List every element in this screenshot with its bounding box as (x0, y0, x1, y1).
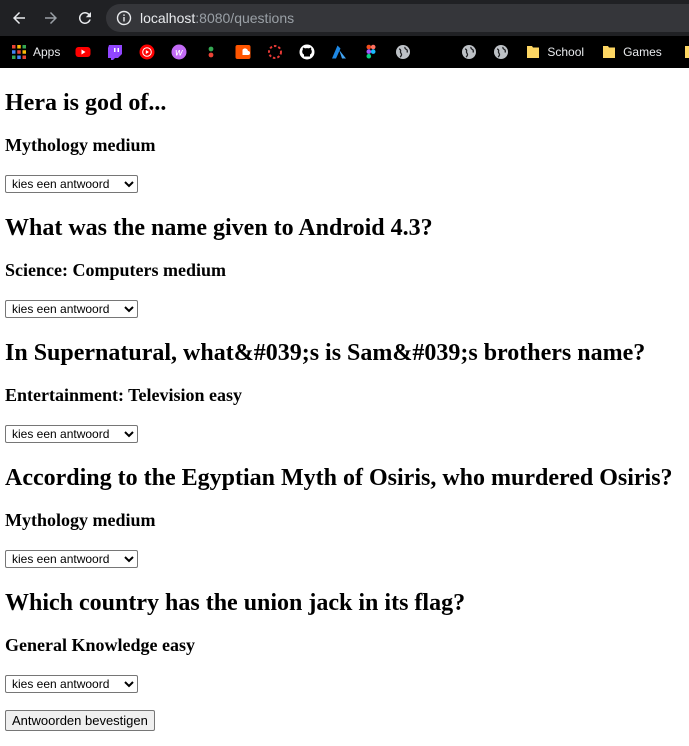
folder-icon (684, 46, 689, 58)
azure-icon (332, 45, 347, 59)
submit-answers-button[interactable]: Antwoorden bevestigen (5, 710, 155, 731)
apps-grid-icon (12, 45, 26, 59)
question-title: Hera is god of... (5, 90, 167, 116)
info-icon[interactable] (116, 10, 132, 26)
browser-toolbar: localhost:8080/questions (0, 0, 689, 36)
youtube-bookmark[interactable] (75, 40, 91, 64)
github-bookmark[interactable] (299, 40, 315, 64)
globe-bookmark[interactable] (395, 40, 411, 64)
folder-icon (603, 46, 616, 58)
question-category: Entertainment: Television easy (5, 385, 242, 405)
svg-text:w: w (175, 48, 184, 59)
url-host: localhost (140, 10, 196, 26)
url-path: :8080/questions (195, 10, 295, 26)
answer-select[interactable]: kies een antwoord (5, 550, 138, 568)
answer-select[interactable]: kies een antwoord (5, 425, 138, 443)
figma-icon (366, 44, 376, 59)
answer-select[interactable]: kies een antwoord (5, 675, 138, 693)
school-folder-label: School (547, 45, 585, 59)
question-category: Mythology medium (5, 510, 156, 530)
bookmarks-bar: Apps w School Games (0, 36, 689, 68)
answer-select[interactable]: kies een antwoord (5, 175, 138, 193)
question-title: What was the name given to Android 4.3? (5, 215, 433, 241)
dot-bookmark[interactable] (203, 40, 219, 64)
youtube-music-bookmark[interactable] (139, 40, 155, 64)
question-block: In Supernatural, what&#039;s is Sam&#039… (5, 339, 689, 443)
loader-bookmark[interactable] (267, 40, 283, 64)
colored-dot-icon (208, 46, 214, 58)
school-folder[interactable]: School (525, 40, 584, 64)
azure-bookmark[interactable] (331, 40, 347, 64)
questions-page: Hera is god of... Mythology medium kies … (0, 89, 689, 731)
question-block: What was the name given to Android 4.3? … (5, 214, 689, 318)
questions-form: Hera is god of... Mythology medium kies … (5, 89, 689, 731)
globe-icon (462, 45, 477, 59)
globe-icon (396, 45, 411, 59)
forward-icon[interactable] (38, 5, 64, 31)
question-category: Mythology medium (5, 135, 156, 155)
spinner-icon (268, 45, 283, 59)
back-icon[interactable] (6, 5, 32, 31)
apps-bookmark[interactable]: Apps (11, 40, 60, 64)
github-icon (299, 44, 315, 60)
twitch-bookmark[interactable] (107, 40, 123, 64)
games-folder-label: Games (623, 45, 662, 59)
w-logo-icon: w (171, 44, 187, 60)
question-category: General Knowledge easy (5, 635, 195, 655)
soundcloud-icon (235, 45, 251, 59)
w-bookmark[interactable]: w (171, 40, 187, 64)
address-bar[interactable]: localhost:8080/questions (106, 4, 689, 32)
reload-icon[interactable] (72, 5, 98, 31)
question-title: According to the Egyptian Myth of Osiris… (5, 465, 673, 491)
question-category: Science: Computers medium (5, 260, 226, 280)
question-title: Which country has the union jack in its … (5, 590, 466, 616)
more-folder[interactable] (683, 40, 689, 64)
question-block: Which country has the union jack in its … (5, 589, 689, 693)
question-block: Hera is god of... Mythology medium kies … (5, 89, 689, 193)
games-folder[interactable]: Games (601, 40, 662, 64)
youtube-icon (75, 47, 91, 57)
url-text: localhost:8080/questions (140, 10, 294, 26)
globe-icon (494, 45, 509, 59)
globe-bookmark-3[interactable] (493, 40, 509, 64)
answer-select[interactable]: kies een antwoord (5, 300, 138, 318)
youtube-music-icon (139, 44, 155, 60)
twitch-icon (108, 45, 123, 60)
apps-bookmark-label: Apps (33, 45, 61, 59)
figma-bookmark[interactable] (363, 40, 379, 64)
soundcloud-bookmark[interactable] (235, 40, 251, 64)
question-title: In Supernatural, what&#039;s is Sam&#039… (5, 340, 646, 366)
globe-bookmark-2[interactable] (461, 40, 477, 64)
question-block: According to the Egyptian Myth of Osiris… (5, 464, 689, 568)
folder-icon (527, 46, 540, 58)
